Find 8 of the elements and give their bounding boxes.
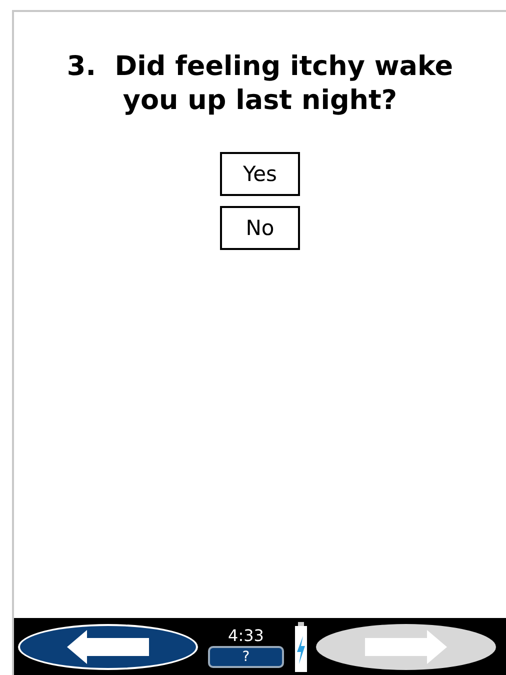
left-arrow-icon	[67, 630, 149, 664]
battery-charging-icon	[294, 622, 308, 672]
help-button[interactable]: ?	[208, 646, 284, 668]
clock-time: 4:33	[228, 626, 264, 646]
answer-button[interactable]: No	[220, 206, 300, 250]
question-title: 3. Did feeling itchy wake you up last night?	[66, 50, 454, 118]
answer-button[interactable]: Yes	[220, 152, 300, 196]
right-arrow-icon	[365, 630, 447, 664]
